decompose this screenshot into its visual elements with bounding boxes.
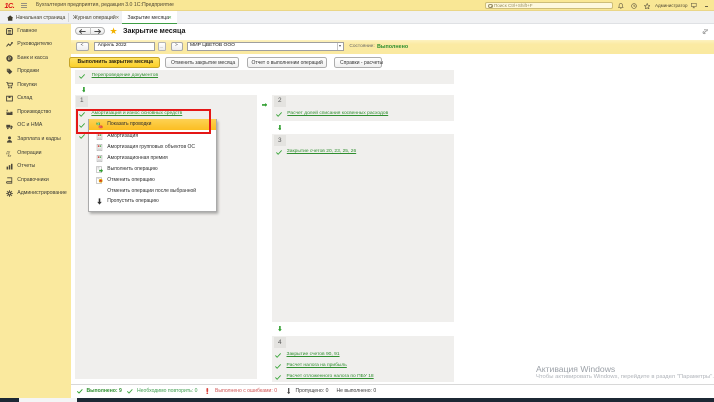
- svg-text:Кт: Кт: [8, 153, 12, 156]
